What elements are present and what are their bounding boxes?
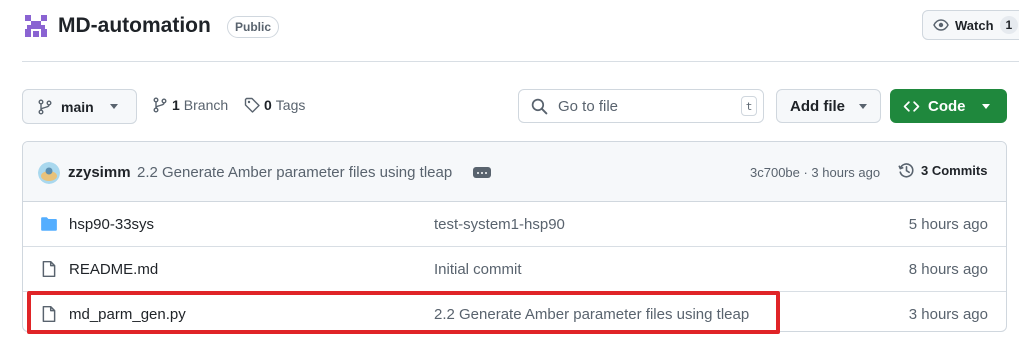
go-to-file-placeholder: Go to file bbox=[558, 97, 619, 115]
commits-history-link[interactable]: 3 Commits bbox=[898, 162, 987, 179]
header-divider bbox=[22, 61, 1019, 62]
branch-count: 1 bbox=[172, 97, 180, 113]
commit-hash-time[interactable]: 3c700be · 3 hours ago bbox=[750, 165, 880, 180]
add-file-label: Add file bbox=[790, 97, 845, 115]
keyboard-shortcut-hint: t bbox=[741, 96, 757, 116]
commit-message[interactable]: 2.2 Generate Amber parameter files using… bbox=[137, 164, 452, 181]
add-file-button[interactable]: Add file bbox=[776, 89, 881, 123]
file-commit-message[interactable]: test-system1-hsp90 bbox=[434, 216, 565, 233]
code-button[interactable]: Code bbox=[890, 89, 1007, 123]
chevron-down-icon bbox=[981, 103, 990, 109]
file-updated-time: 5 hours ago bbox=[908, 216, 988, 233]
history-icon bbox=[898, 163, 914, 178]
search-icon bbox=[531, 98, 548, 114]
tag-icon bbox=[244, 97, 260, 113]
file-table: zzysimm 2.2 Generate Amber parameter fil… bbox=[22, 141, 1007, 332]
branch-name: main bbox=[61, 98, 94, 115]
tag-count: 0 bbox=[264, 97, 272, 113]
commit-author[interactable]: zzysimm bbox=[68, 164, 131, 181]
author-avatar[interactable] bbox=[38, 162, 60, 184]
file-name[interactable]: md_parm_gen.py bbox=[69, 306, 186, 323]
code-label: Code bbox=[928, 97, 966, 115]
commits-count-label: 3 Commits bbox=[921, 163, 988, 178]
tags-link[interactable]: 0 Tags bbox=[244, 97, 305, 113]
file-icon bbox=[42, 305, 56, 323]
file-commit-message[interactable]: Initial commit bbox=[434, 261, 522, 278]
table-row[interactable]: hsp90-33sys test-system1-hsp90 5 hours a… bbox=[23, 202, 1006, 247]
file-icon bbox=[42, 260, 56, 278]
table-row[interactable]: md_parm_gen.py 2.2 Generate Amber parame… bbox=[23, 292, 1006, 331]
file-name[interactable]: hsp90-33sys bbox=[69, 216, 154, 233]
visibility-badge: Public bbox=[227, 16, 280, 38]
table-row[interactable]: README.md Initial commit 8 hours ago bbox=[23, 247, 1006, 292]
chevron-down-icon bbox=[109, 104, 118, 109]
file-updated-time: 8 hours ago bbox=[908, 261, 988, 278]
watch-count: 1 bbox=[999, 16, 1019, 34]
repo-owner-avatar[interactable] bbox=[22, 12, 50, 40]
file-commit-message[interactable]: 2.2 Generate Amber parameter files using… bbox=[434, 306, 749, 323]
repo-title[interactable]: MD-automation bbox=[58, 14, 211, 38]
file-name[interactable]: README.md bbox=[69, 261, 158, 278]
file-updated-time: 3 hours ago bbox=[908, 306, 988, 323]
git-branch-icon bbox=[38, 99, 52, 114]
git-branch-icon bbox=[153, 97, 167, 113]
go-to-file-input[interactable]: Go to file t bbox=[518, 89, 764, 123]
folder-icon bbox=[41, 217, 57, 231]
ellipsis-icon[interactable] bbox=[473, 167, 491, 178]
branch-label: Branch bbox=[183, 97, 229, 113]
chevron-down-icon bbox=[859, 103, 867, 109]
branch-selector-button[interactable]: main bbox=[22, 89, 137, 124]
watch-button[interactable]: Watch 1 bbox=[922, 10, 1019, 40]
watch-label: Watch bbox=[955, 17, 994, 33]
code-icon bbox=[903, 100, 920, 112]
branches-link[interactable]: 1 Branch bbox=[152, 97, 228, 113]
eye-icon bbox=[933, 19, 949, 31]
tag-label: Tags bbox=[275, 97, 306, 113]
latest-commit-row: zzysimm 2.2 Generate Amber parameter fil… bbox=[23, 142, 1006, 202]
